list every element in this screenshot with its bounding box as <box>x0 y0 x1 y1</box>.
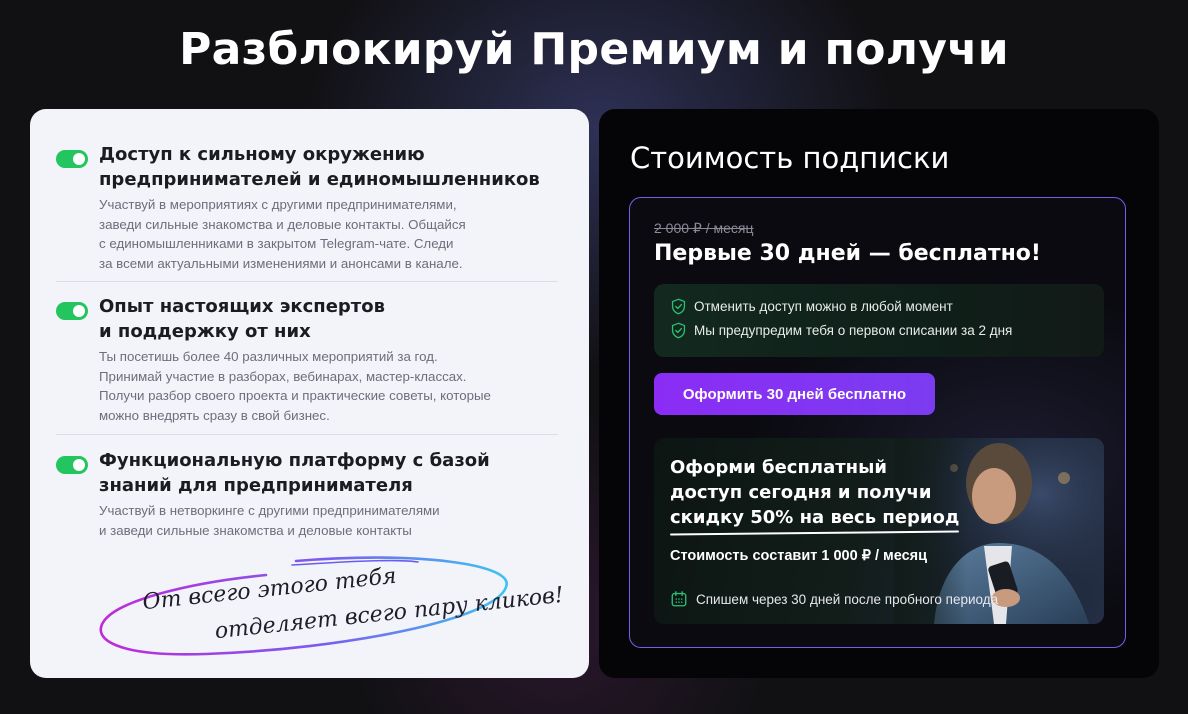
divider <box>56 281 558 282</box>
notice-text: Мы предупредим тебя о первом списании за… <box>694 323 1013 338</box>
pricing-title: Стоимость подписки <box>630 141 950 175</box>
calendar-icon <box>671 591 687 607</box>
feature-description: Участвуй в нетворкинге с другими предпри… <box>99 503 440 538</box>
promo-note-text: Спишем через 30 дней после пробного пери… <box>696 591 999 607</box>
price-box: 2 000 ₽ / месяц Первые 30 дней — бесплат… <box>629 197 1126 648</box>
handwritten-note: От всего этого тебя отделяет всего пару … <box>96 549 576 669</box>
feature-title: Доступ к сильному окружению предпринимат… <box>99 144 540 190</box>
feature-experts: Опыт настоящих экспертов и поддержку от … <box>56 294 561 426</box>
old-price: 2 000 ₽ / месяц <box>654 220 754 236</box>
toggle-on-icon[interactable] <box>56 302 88 320</box>
toggle-on-icon[interactable] <box>56 150 88 168</box>
page-title: Разблокируй Премиум и получи <box>179 24 1009 75</box>
free-trial-title: Первые 30 дней — бесплатно! <box>654 241 1041 266</box>
benefits-card: Доступ к сильному окружению предпринимат… <box>30 109 589 678</box>
promo-note: Спишем через 30 дней после пробного пери… <box>670 590 998 608</box>
feature-title: Опыт настоящих экспертов и поддержку от … <box>99 296 385 342</box>
promo-discount: скидку 50% на весь период <box>670 507 960 528</box>
toggle-on-icon[interactable] <box>56 456 88 474</box>
subscribe-free-button[interactable]: Оформить 30 дней бесплатно <box>654 373 935 415</box>
feature-platform: Функциональную платформу с базой знаний … <box>56 448 561 540</box>
notice-item: Отменить доступ можно в любой момент <box>670 298 953 315</box>
notice-box: Отменить доступ можно в любой момент Мы … <box>654 284 1104 357</box>
feature-community: Доступ к сильному окружению предпринимат… <box>56 142 561 274</box>
promo-cost: Стоимость составит 1 000 ₽ / месяц <box>670 548 928 564</box>
feature-title: Функциональную платформу с базой знаний … <box>99 450 490 496</box>
promo-card: Оформи бесплатный доступ сегодня и получ… <box>654 438 1104 624</box>
shield-check-icon <box>671 322 686 339</box>
pricing-card: Стоимость подписки 2 000 ₽ / месяц Первы… <box>599 109 1159 678</box>
notice-text: Отменить доступ можно в любой момент <box>694 299 953 314</box>
promo-headline: Оформи бесплатный доступ сегодня и получ… <box>670 457 960 528</box>
shield-check-icon <box>671 298 686 315</box>
divider <box>56 434 558 435</box>
feature-description: Ты посетишь более 40 различных мероприят… <box>99 349 491 424</box>
notice-item: Мы предупредим тебя о первом списании за… <box>670 322 1012 339</box>
feature-description: Участвуй в мероприятиях с другими предпр… <box>99 197 466 272</box>
